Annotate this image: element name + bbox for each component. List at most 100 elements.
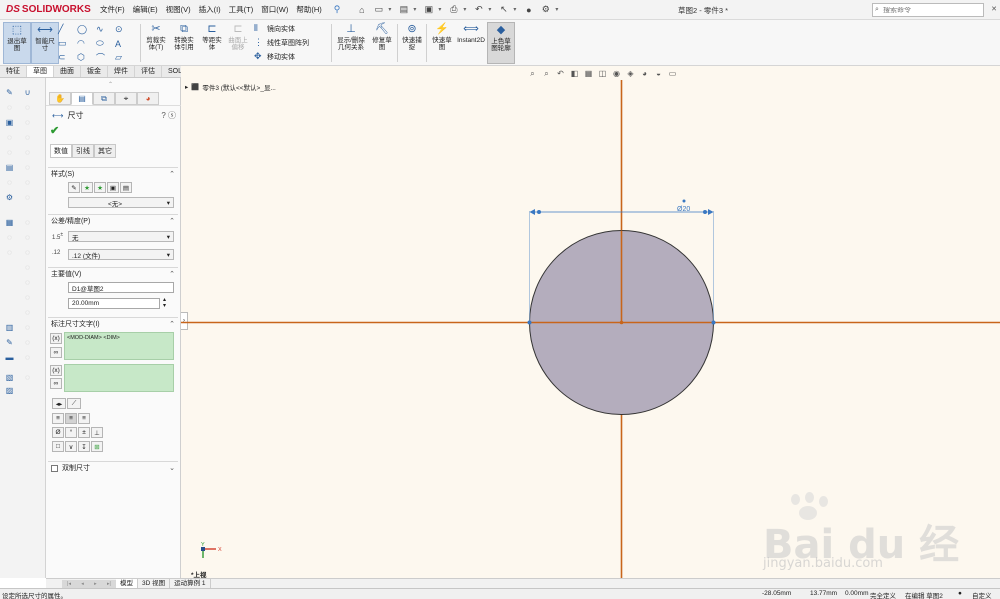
select-icon[interactable]: ↖ (496, 3, 511, 17)
style-save-icon[interactable]: ▣ (107, 182, 119, 193)
plane-icon[interactable]: ▱ (115, 51, 133, 64)
tool-icon[interactable]: ▣ (4, 118, 15, 128)
spline-icon[interactable]: ∿ (96, 23, 114, 36)
dimension-text-section-header[interactable]: 标注尺寸文字(I) ⌃ (48, 317, 178, 330)
tool-icon[interactable]: ◌ (22, 103, 33, 113)
panel-grip-icon[interactable]: ⌃ (108, 81, 113, 88)
repair-sketch-button[interactable]: ⛏ 修复草 图 (368, 22, 396, 64)
ellipse-icon[interactable]: ⬭ (96, 37, 114, 50)
dimension-value-field[interactable]: 20.00mm (68, 298, 160, 309)
tool-icon[interactable]: ✎ (4, 338, 15, 348)
tool-icon[interactable]: ◌ (22, 193, 33, 203)
tool-icon[interactable]: ▦ (4, 218, 15, 228)
angle-icon[interactable]: ⟋ (67, 398, 81, 409)
tab-features[interactable]: 特征 (0, 66, 27, 77)
options-icon[interactable]: ⚙ (538, 3, 553, 17)
rapid-sketch-button[interactable]: ⚡ 快速草 图 (428, 22, 456, 64)
dimension-arrow-handle[interactable] (537, 210, 541, 214)
style-select[interactable]: <无> ▾ (68, 197, 174, 208)
tab-surfaces[interactable]: 曲面 (54, 66, 81, 77)
close-icon[interactable]: ✕ (991, 5, 997, 13)
symbol-plusminus-button[interactable]: ± (78, 427, 90, 438)
tab-motion-study[interactable]: 运动算例 1 (170, 579, 211, 588)
symbol-square-button[interactable]: □ (52, 441, 64, 452)
convert-entities-button[interactable]: ⧉ 转换实 体引用 (170, 22, 198, 64)
mirror-entities-item[interactable]: ⫴ 镜向实体 (254, 23, 309, 34)
menu-tools[interactable]: 工具(T) (225, 4, 258, 15)
shaded-sketch-button[interactable]: ◆ 上色草 图轮廓 (487, 22, 515, 64)
smart-dimension-button[interactable]: ⟷ 智能尺 寸 (31, 22, 59, 64)
origin-point[interactable] (619, 320, 624, 325)
dimension-text-box-bottom[interactable] (64, 364, 174, 392)
home-icon[interactable]: ⌂ (354, 3, 369, 17)
tool-icon[interactable]: ◌ (22, 163, 33, 173)
text-insert-icon[interactable]: (x) (50, 365, 62, 376)
magnet-icon[interactable]: ∪ (22, 88, 33, 98)
tool-icon[interactable]: ▥ (4, 323, 15, 333)
link-icon[interactable]: ∞ (50, 378, 62, 389)
sketch-tool-icon[interactable]: ✎ (4, 88, 15, 98)
tool-icon[interactable]: ◌ (22, 373, 33, 383)
symbol-depth-button[interactable]: ↧ (78, 441, 90, 452)
tool-icon[interactable]: ◌ (22, 338, 33, 348)
style-load-icon[interactable]: ▤ (120, 182, 132, 193)
tool-icon[interactable]: ◌ (22, 118, 33, 128)
menu-view[interactable]: 视图(V) (162, 4, 195, 15)
link-icon[interactable]: ∞ (50, 347, 62, 358)
precision-select[interactable]: .12 (文件) ▾ (68, 249, 174, 260)
tool-icon[interactable]: ◌ (22, 278, 33, 288)
tool-icon[interactable]: ◌ (22, 308, 33, 318)
tab-weldments[interactable]: 焊件 (108, 66, 135, 77)
dimension-text-box-top[interactable]: <MOD-DIAM> <DIM> (64, 332, 174, 360)
propertymanager-tab[interactable]: ▤ (71, 92, 93, 105)
save-icon[interactable]: ▣ (421, 3, 436, 17)
circle-icon[interactable]: ◯ (77, 23, 95, 36)
menu-edit[interactable]: 编辑(E) (129, 4, 162, 15)
rebuild-icon[interactable]: ● (521, 3, 536, 17)
text-icon[interactable]: A (115, 37, 133, 50)
tool-icon[interactable]: ◌ (22, 353, 33, 363)
tool-icon[interactable]: ▬ (4, 353, 15, 363)
tolerance-section-header[interactable]: 公差/精度(P) ⌃ (48, 214, 178, 227)
tool-icon[interactable]: ◌ (4, 248, 15, 258)
status-units[interactable]: 自定义 (972, 590, 992, 599)
rebuild-status-icon[interactable]: ● (958, 590, 962, 597)
tool-icon[interactable]: ◌ (22, 148, 33, 158)
offset-entities-button[interactable]: ⊏ 等距实 体 (198, 22, 226, 64)
dual-dimension-checkbox[interactable] (51, 464, 58, 472)
tool-icon[interactable]: ◌ (22, 178, 33, 188)
symbol-diameter-button[interactable]: Ø (52, 427, 64, 438)
tool-icon[interactable]: ◌ (22, 248, 33, 258)
search-box[interactable]: ⌕ (872, 3, 984, 17)
tab-navigation[interactable]: |◂ ◂ ▸ ▸| (62, 579, 116, 588)
tab-value[interactable]: 数值 (50, 144, 72, 158)
undo-icon[interactable]: ↶ (471, 3, 486, 17)
tab-model[interactable]: 模型 (116, 579, 138, 588)
style-delete-icon[interactable]: ★ (94, 182, 106, 193)
symbol-degree-button[interactable]: ° (65, 427, 77, 438)
align-right-icon[interactable]: ≡ (78, 413, 90, 424)
tool-icon[interactable]: ▨ (4, 386, 15, 396)
graphics-area[interactable]: ⌕ ⌕ ↶ ◧ ▦ ◫ ◉ ◈ ◕ ◒ ▭ ▸ ⬛ 零件3 (默认<<默认>_显… (181, 66, 1000, 578)
polygon-icon[interactable]: ⬡ (77, 51, 95, 64)
chevron-down-icon[interactable]: ⌄ (169, 464, 175, 472)
quadrant-point-left[interactable] (527, 320, 532, 325)
value-spinner[interactable]: ▴ ▾ (163, 297, 166, 309)
style-apply-icon[interactable]: ✎ (68, 182, 80, 193)
tab-evaluate[interactable]: 评估 (135, 66, 162, 77)
menu-file[interactable]: 文件(F) (96, 4, 129, 15)
tool-icon[interactable]: ◌ (22, 218, 33, 228)
tool-icon[interactable]: ◌ (22, 133, 33, 143)
tool-icon[interactable]: ◌ (22, 323, 33, 333)
rectangle-icon[interactable]: ▭ (58, 37, 76, 50)
surface-offset-button[interactable]: ⊏ 曲面上 偏移 (224, 22, 252, 64)
dimension-name-field[interactable]: D1@草图2 (68, 282, 174, 293)
linear-pattern-item[interactable]: ⋮ 线性草图阵列 (254, 37, 309, 48)
dimxpert-tab[interactable]: ⌖ (115, 92, 137, 105)
open-icon[interactable]: ▤ (396, 3, 411, 17)
search-input[interactable] (883, 6, 963, 14)
tab-other[interactable]: 其它 (94, 144, 116, 158)
tool-icon[interactable]: ◌ (22, 233, 33, 243)
primary-value-section-header[interactable]: 主要值(V) ⌃ (48, 267, 178, 280)
tool-icon[interactable]: ▧ (4, 373, 15, 383)
